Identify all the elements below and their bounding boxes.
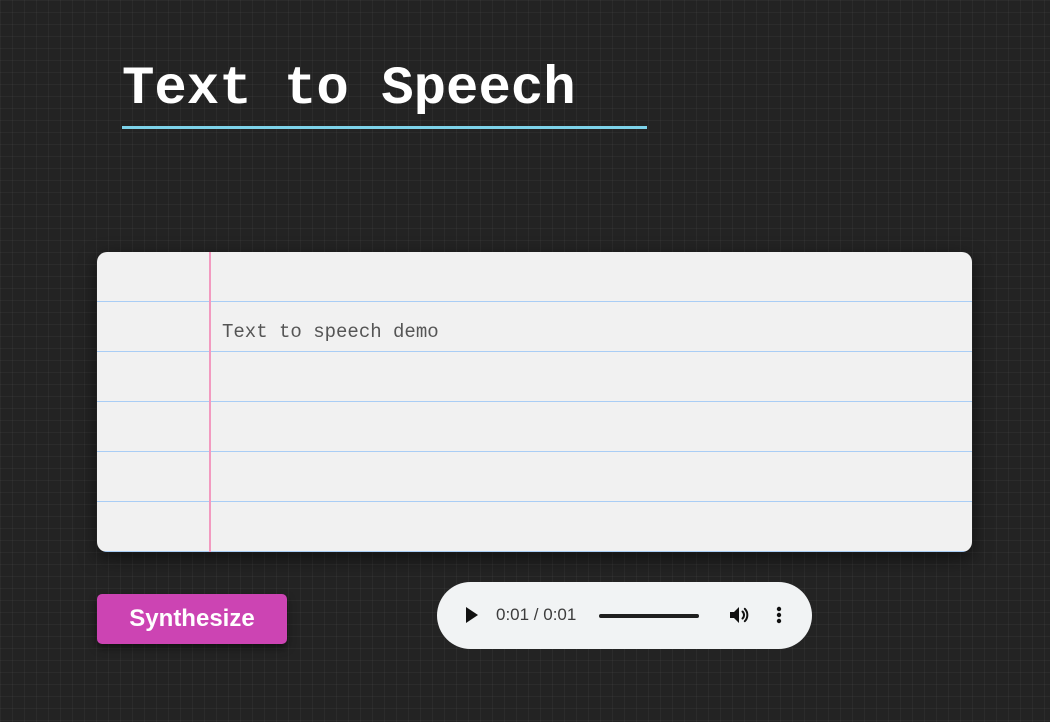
text-input-value[interactable]: Text to speech demo bbox=[222, 320, 942, 344]
volume-icon[interactable] bbox=[727, 603, 751, 627]
audio-player[interactable]: 0:01 / 0:01 bbox=[437, 582, 812, 649]
paper-margin-line bbox=[209, 252, 211, 552]
synthesize-button[interactable]: Synthesize bbox=[97, 594, 287, 644]
play-icon[interactable] bbox=[461, 604, 483, 626]
text-input-area[interactable]: Text to speech demo bbox=[97, 252, 972, 552]
progress-fill bbox=[599, 614, 699, 618]
more-vert-icon[interactable] bbox=[771, 603, 787, 627]
progress-slider[interactable] bbox=[599, 614, 699, 618]
title-underline bbox=[122, 126, 647, 129]
page-title: Text to Speech bbox=[122, 59, 576, 120]
time-display: 0:01 / 0:01 bbox=[496, 605, 577, 624]
